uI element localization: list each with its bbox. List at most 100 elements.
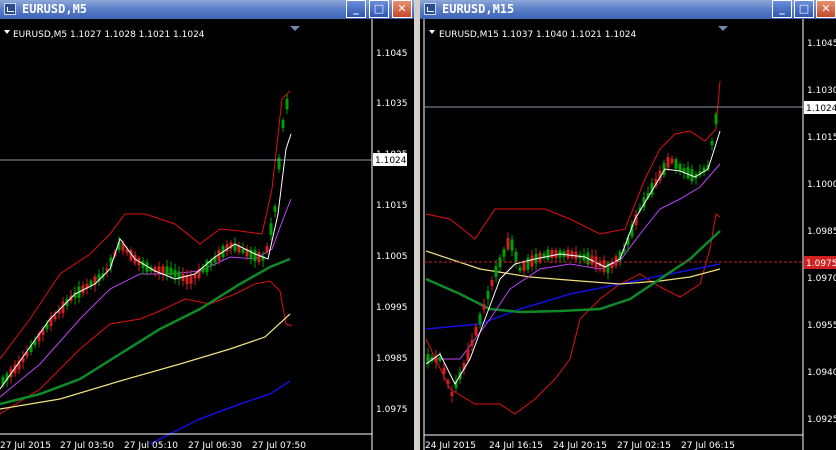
candle-body [714,114,718,124]
close-button[interactable]: ✕ [816,0,836,18]
time-tick-label: 27 Jul 03:50 [60,441,114,450]
candle-body [169,267,173,275]
candle-body [678,164,682,171]
candle-body [273,206,277,212]
window-title: EURUSD,M5 [22,2,88,16]
maximize-button[interactable]: □ [794,0,814,18]
candle-body [522,261,526,271]
candle-body [189,276,193,284]
candle-body [470,340,474,346]
candle-body [225,244,229,252]
price-tick-label: 1.1030 [807,86,836,96]
price-tick-label: 1.0985 [376,354,408,364]
bollinger-lower-band [425,213,721,415]
candle-body [666,157,670,168]
time-tick-label: 24 Jul 16:15 [489,441,543,450]
moving-average-green [425,230,721,314]
candle-body [482,304,486,310]
price-tick-label: 1.0940 [807,368,836,378]
price-tick-label: 1.1035 [376,99,408,109]
candle-body [570,251,574,258]
price-chart-area[interactable]: EURUSD,M15 1.1037 1.1040 1.1021 1.1024 1… [420,19,836,450]
close-button[interactable]: ✕ [392,0,412,18]
moving-average-blue [149,380,291,445]
price-tick-label: 1.1000 [807,180,836,190]
price-tick-label: 1.0975 [376,405,408,415]
price-tick-label: 1.0970 [807,274,836,284]
time-axis-labels: 24 Jul 2015 24 Jul 16:15 24 Jul 20:15 27… [425,441,735,450]
candle-body [514,251,518,263]
bollinger-upper-band [0,90,291,360]
time-tick-label: 27 Jul 06:15 [681,441,735,450]
price-tick-label: 1.1045 [376,49,408,59]
candle-body [610,264,614,269]
candle-body [161,266,165,275]
moving-average-white [0,133,292,390]
candle-body [265,246,269,252]
candle-body [253,250,257,262]
chart-shift-marker-icon[interactable] [718,26,728,31]
price-chart-area[interactable]: EURUSD,M5 1.1027 1.1028 1.1021 1.1024 1.… [0,19,414,450]
candle-body [510,239,514,251]
price-tick-label: 1.1015 [807,133,836,143]
price-axis-labels: 1.1045 1.1030 1.1015 1.1000 1.0985 1.097… [807,39,836,425]
price-tick-label: 1.0985 [807,227,836,237]
time-tick-label: 27 Jul 07:50 [252,441,306,450]
chart-window-m15[interactable]: EURUSD,M15 _ □ ✕ EURUSD,M15 1.1037 1.104… [420,0,836,450]
bid-price-label: 1.1024 [806,104,836,114]
time-tick-label: 27 Jul 05:10 [124,441,178,450]
chart-window-m5[interactable]: EURUSD,M5 _ □ ✕ EURUSD,M5 1.1027 1.1028 … [0,0,414,450]
candle-body [494,266,498,278]
minimize-button[interactable]: _ [772,0,792,18]
minimize-button[interactable]: _ [346,0,366,18]
chart-window-icon [4,3,16,15]
candle-body [518,267,522,271]
time-tick-label: 24 Jul 20:15 [553,441,607,450]
time-axis-labels: 27 Jul 2015 27 Jul 03:50 27 Jul 05:10 27… [0,441,306,450]
candle-body [277,157,281,170]
chevron-down-icon[interactable] [429,30,435,34]
time-tick-label: 27 Jul 02:15 [617,441,671,450]
chevron-down-icon[interactable] [4,30,10,34]
price-tick-label: 1.0925 [807,415,836,425]
time-tick-label: 24 Jul 2015 [425,441,476,450]
candle-body [466,349,470,361]
time-tick-label: 27 Jul 2015 [0,441,51,450]
candle-body [478,314,482,324]
bid-price-label: 1.1024 [375,156,407,166]
price-tick-label: 1.1005 [376,252,408,262]
candle-body [442,367,446,374]
time-tick-label: 27 Jul 06:30 [188,441,242,450]
candle-body [526,257,530,270]
candle-body [269,223,273,235]
candle-body [438,357,442,361]
candle-body [193,275,197,279]
price-tick-label: 1.1045 [807,39,836,49]
candle-body [674,159,678,169]
price-tick-label: 1.1015 [376,201,408,211]
window-title: EURUSD,M15 [442,2,515,16]
chart-header-text: EURUSD,M5 1.1027 1.1028 1.1021 1.1024 [13,30,205,40]
candle-body [686,167,690,179]
moving-average-blue [425,263,721,330]
price-axis-labels: 1.1045 1.1035 1.1025 1.1015 1.1005 1.099… [376,49,408,415]
alert-price-label: 1.0975 [806,259,836,269]
candle-body [530,255,534,267]
candle-body [506,238,510,250]
bollinger-lower-band [0,280,293,415]
maximize-button[interactable]: □ [369,0,389,18]
candle-body [682,168,686,173]
candle-body [486,291,490,299]
candle-body [257,251,261,263]
chart-window-icon [424,3,436,15]
window-titlebar[interactable]: EURUSD,M15 _ □ ✕ [420,0,836,19]
price-tick-label: 1.0955 [807,321,836,331]
chart-header-text: EURUSD,M15 1.1037 1.1040 1.1021 1.1024 [439,30,637,40]
candle-body [165,266,169,276]
chart-shift-marker-icon[interactable] [290,26,300,31]
candle-body [450,392,454,396]
candle-body [474,326,478,336]
chart-series-layer [0,90,293,445]
window-titlebar[interactable]: EURUSD,M5 _ □ ✕ [0,0,414,19]
candle-body [550,250,554,258]
